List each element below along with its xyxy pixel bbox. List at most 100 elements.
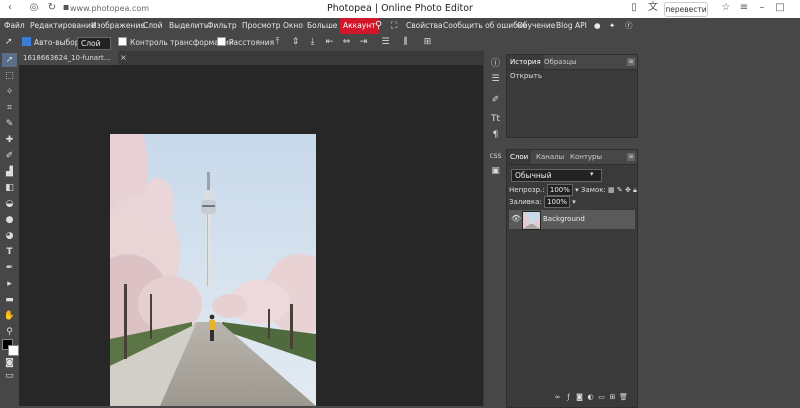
- bookmark-icon[interactable]: ▯: [628, 2, 640, 14]
- menu-properties[interactable]: Свойства: [406, 18, 443, 34]
- menu-select[interactable]: Выделить: [169, 18, 208, 34]
- layer-row[interactable]: 👁︎ Background: [509, 210, 635, 230]
- move-tool-icon[interactable]: ➚: [2, 53, 17, 67]
- folder-icon[interactable]: ▭: [597, 393, 606, 402]
- grid-align-icon[interactable]: ⊞: [422, 37, 433, 48]
- paragraph-icon[interactable]: ¶: [489, 129, 502, 142]
- url-field[interactable]: www.photopea.com: [70, 2, 162, 15]
- mask-icon[interactable]: ◙: [575, 393, 584, 402]
- document-image[interactable]: [110, 134, 316, 406]
- distribute-h-icon[interactable]: ⫼: [400, 37, 411, 48]
- menu-api[interactable]: API: [575, 18, 587, 34]
- lock-move-icon[interactable]: ✥: [625, 186, 631, 194]
- menu-window[interactable]: Окно: [283, 18, 303, 34]
- screen-mode-icon[interactable]: ▭: [2, 369, 17, 383]
- menu-file[interactable]: Файл: [4, 18, 25, 34]
- move-tool-options-icon[interactable]: ➚: [5, 34, 13, 51]
- quick-mask-icon[interactable]: ◙: [2, 356, 17, 370]
- link-icon[interactable]: ∞: [553, 393, 562, 402]
- menu-icon[interactable]: ≡: [738, 2, 750, 14]
- close-icon[interactable]: ×: [120, 51, 130, 65]
- document-tab[interactable]: 1618663624_10-funart...: [19, 51, 118, 65]
- restore-icon[interactable]: □: [774, 2, 786, 14]
- chevron-down-icon[interactable]: ▾: [572, 198, 576, 206]
- lasso-tool-icon[interactable]: ✧: [2, 85, 17, 99]
- canvas-area[interactable]: [19, 65, 483, 406]
- distances-checkbox[interactable]: Расстояния: [217, 34, 274, 51]
- search-icon[interactable]: ⚲: [375, 18, 382, 34]
- image-icon[interactable]: ▣: [489, 165, 502, 178]
- menu-edit[interactable]: Редактирование: [30, 18, 95, 34]
- background-color-swatch[interactable]: [8, 345, 19, 356]
- type-icon[interactable]: T: [2, 245, 17, 259]
- eraser-icon[interactable]: ◧: [2, 181, 17, 195]
- fullscreen-icon[interactable]: ⛶: [391, 18, 397, 34]
- healing-icon[interactable]: ✚: [2, 133, 17, 147]
- trash-icon[interactable]: 🗑︎: [619, 393, 628, 402]
- pen-icon[interactable]: ✒: [2, 261, 17, 275]
- dodge-icon[interactable]: ◕: [2, 229, 17, 243]
- align-vcenter-icon[interactable]: ⇕: [290, 37, 301, 48]
- tab-history[interactable]: История: [507, 55, 544, 69]
- facebook-icon[interactable]: ⓕ: [625, 18, 633, 34]
- marquee-tool-icon[interactable]: ⬚: [2, 69, 17, 83]
- new-layer-icon[interactable]: ⊞: [608, 393, 617, 402]
- eye-icon[interactable]: 👁︎: [511, 213, 521, 225]
- auto-select-checkbox[interactable]: Авто-выбор: [22, 34, 80, 51]
- adjustment-icon[interactable]: ◐: [586, 393, 595, 402]
- lock-transparency-icon[interactable]: ▦: [608, 186, 615, 194]
- panel-menu-icon[interactable]: ≡: [627, 58, 635, 66]
- account-button[interactable]: Аккаунт: [340, 18, 379, 34]
- panel-menu-icon[interactable]: ≡: [627, 153, 635, 161]
- history-item[interactable]: Открыть: [510, 72, 542, 80]
- twitter-icon[interactable]: ✦: [609, 18, 615, 34]
- align-bottom-icon[interactable]: ⤓: [307, 37, 318, 48]
- path-select-icon[interactable]: ▸: [2, 277, 17, 291]
- align-left-icon[interactable]: ⇤: [324, 37, 335, 48]
- translate-icon[interactable]: 文: [647, 2, 659, 14]
- menu-layer[interactable]: Слой: [143, 18, 163, 34]
- menu-blog[interactable]: Blog: [556, 18, 573, 34]
- reload-icon[interactable]: ↻: [46, 2, 58, 14]
- menu-learn[interactable]: Обучение: [517, 18, 555, 34]
- tab-swatches[interactable]: Образцы: [541, 55, 580, 69]
- lock-brush-icon[interactable]: ✎: [617, 186, 623, 194]
- bucket-icon[interactable]: ◒: [2, 197, 17, 211]
- align-top-icon[interactable]: ⤒: [272, 37, 283, 48]
- zoom-icon[interactable]: ⚲: [2, 325, 17, 339]
- translate-button[interactable]: перевести: [664, 2, 708, 17]
- character-icon[interactable]: Tt: [489, 113, 502, 126]
- opacity-input[interactable]: 100%: [546, 184, 573, 196]
- chevron-down-icon[interactable]: ▾: [575, 186, 579, 194]
- effects-icon[interactable]: ƒ: [564, 393, 573, 402]
- star-icon[interactable]: ☆: [720, 2, 732, 14]
- minimize-icon[interactable]: –: [756, 2, 768, 14]
- tab-paths[interactable]: Контуры: [567, 150, 605, 164]
- align-right-icon[interactable]: ⇥: [358, 37, 369, 48]
- eyedropper-icon[interactable]: ✎: [2, 117, 17, 131]
- reddit-icon[interactable]: ●: [594, 18, 601, 34]
- back-icon[interactable]: ‹: [4, 2, 16, 14]
- auto-select-dropdown[interactable]: Слой: [77, 37, 111, 50]
- lock-all-icon[interactable]: 🔒︎: [633, 186, 637, 194]
- tab-layers[interactable]: Слои: [507, 150, 532, 164]
- align-hcenter-icon[interactable]: ⇔: [341, 37, 352, 48]
- crop-tool-icon[interactable]: ⌗: [2, 101, 17, 115]
- blend-mode-dropdown[interactable]: Обычный: [511, 169, 602, 182]
- distribute-v-icon[interactable]: ☰: [380, 37, 391, 48]
- menu-more[interactable]: Больше: [307, 18, 337, 34]
- tab-channels[interactable]: Каналы: [533, 150, 567, 164]
- blur-icon[interactable]: ●: [2, 213, 17, 227]
- hand-icon[interactable]: ✋: [2, 309, 17, 323]
- menu-image[interactable]: Изображение: [91, 18, 145, 34]
- menu-report-bug[interactable]: Сообщить об ошибке: [443, 18, 527, 34]
- menu-filter[interactable]: Фильтр: [207, 18, 237, 34]
- shape-icon[interactable]: ▬: [2, 293, 17, 307]
- yandex-icon[interactable]: ◎: [28, 2, 40, 14]
- sliders-icon[interactable]: ☰: [489, 73, 502, 86]
- css-icon[interactable]: CSS: [489, 150, 502, 163]
- fill-input[interactable]: 100%: [544, 196, 571, 208]
- brush-settings-icon[interactable]: ✐: [489, 94, 502, 107]
- menu-view[interactable]: Просмотр: [242, 18, 281, 34]
- stamp-icon[interactable]: ▟: [2, 165, 17, 179]
